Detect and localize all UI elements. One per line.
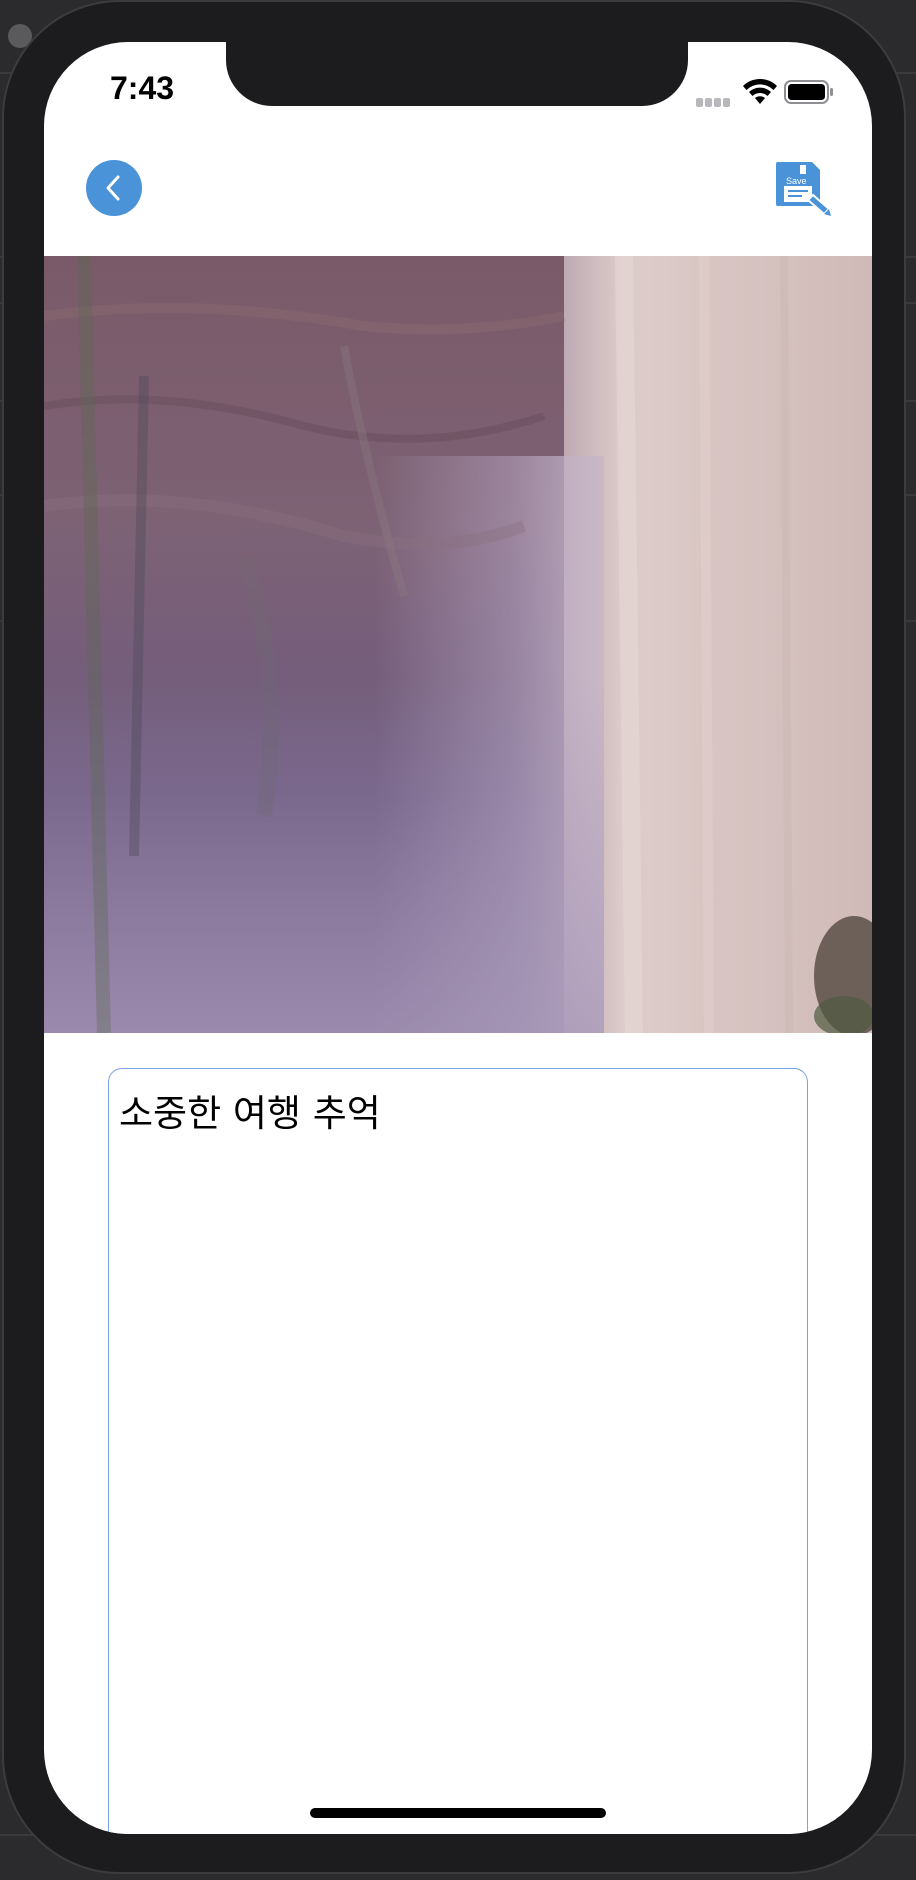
battery-icon [784,80,833,104]
device-notch [226,42,688,106]
travel-photo [44,256,872,1033]
save-icon-label: Save [786,176,807,186]
home-indicator [310,1808,606,1818]
chevron-left-icon [106,175,120,201]
status-bar-time: 7:43 [110,70,175,106]
save-button[interactable]: Save [774,160,834,218]
back-button[interactable] [86,160,142,216]
waterfall-photo [44,256,872,1033]
cellular-signal-icon [696,92,736,107]
memo-text: 소중한 여행 추억 [119,1092,381,1135]
memo-text-area[interactable]: 소중한 여행 추억 [108,1068,808,1834]
phone-simulator-frame: 7:43 Save 소중한 여행 추억 [2,0,906,1874]
floppy-disk-edit-icon [776,162,831,216]
app-screen: 7:43 Save 소중한 여행 추억 [44,42,872,1834]
wifi-icon [743,78,777,104]
